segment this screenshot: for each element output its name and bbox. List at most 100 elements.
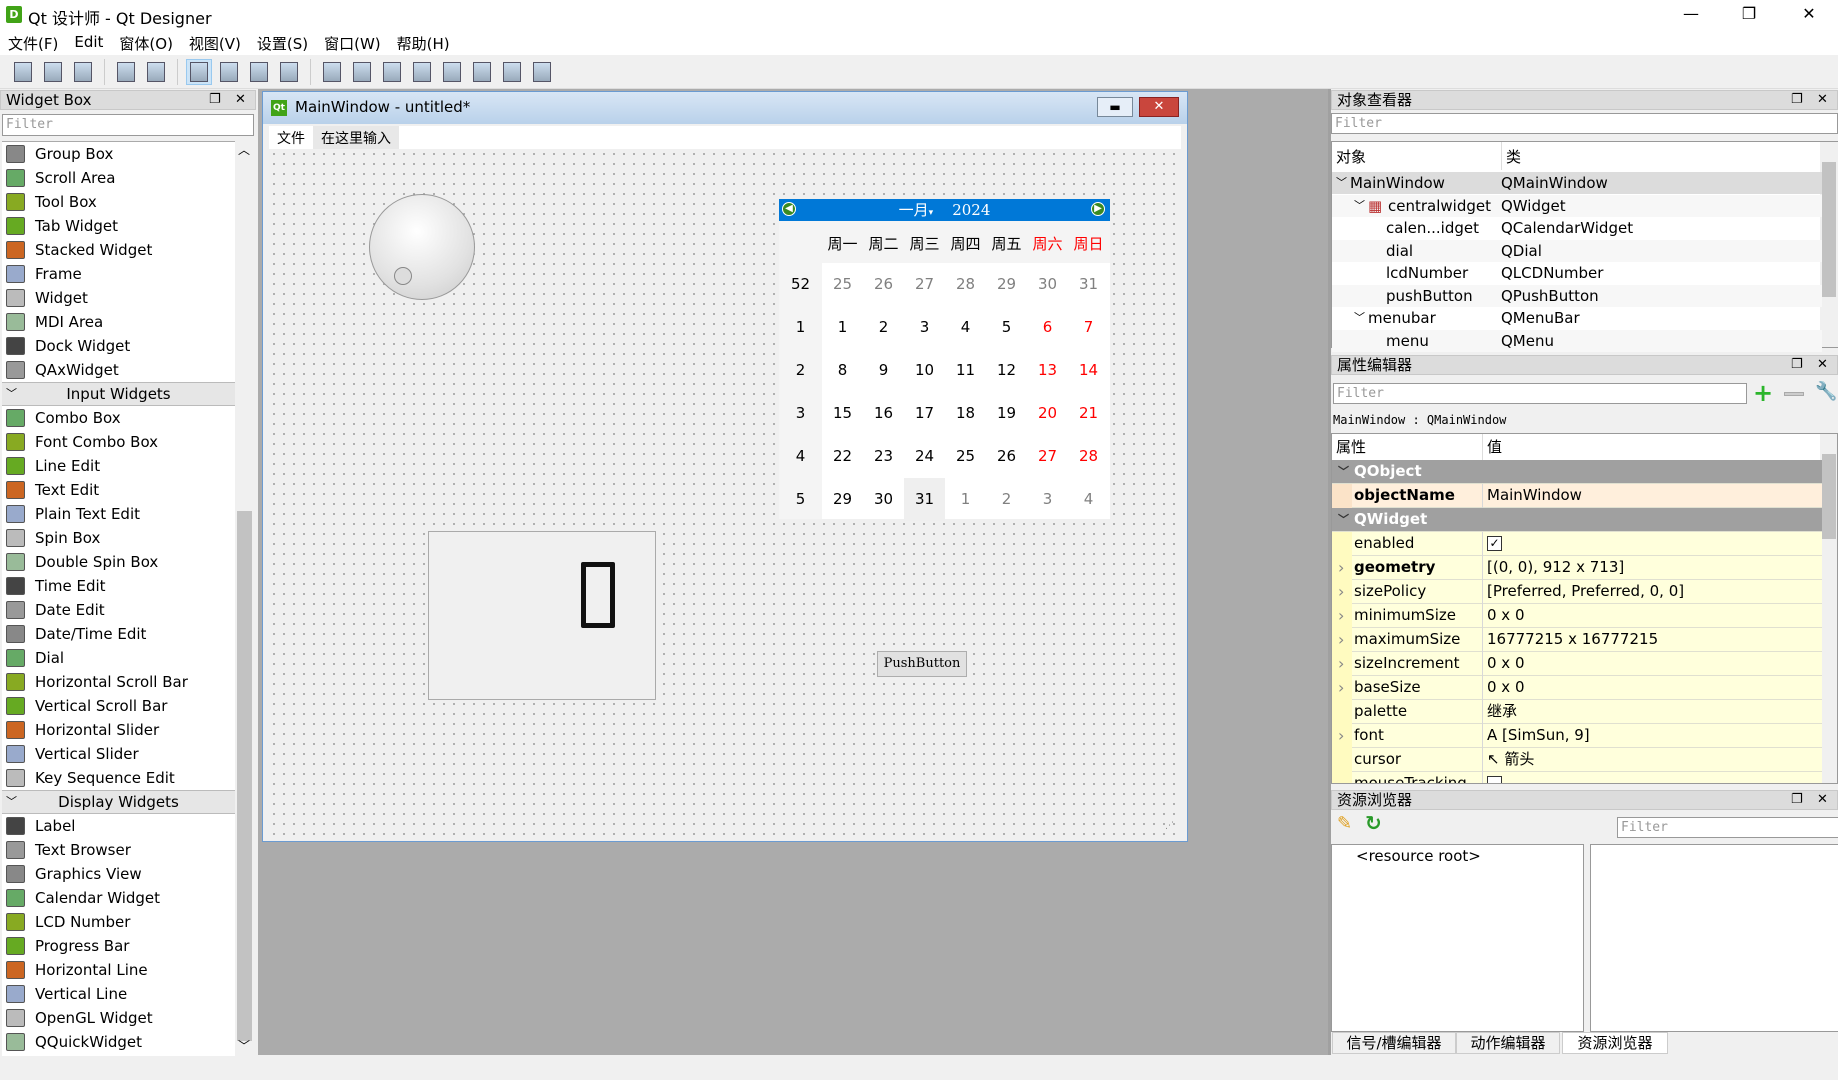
widget-item-lcd-number[interactable]: LCD Number [2, 910, 235, 934]
calendar-day[interactable]: 24 [904, 435, 945, 478]
chevron-right-icon[interactable]: › [1338, 676, 1344, 699]
widget-box-filter-input[interactable]: Filter [2, 114, 254, 136]
calendar-day[interactable]: 31 [1068, 263, 1109, 306]
property-group[interactable]: ﹀ QWidget [1332, 508, 1822, 532]
object-tree-row[interactable]: ﹀ MainWindow QMainWindow [1332, 172, 1822, 194]
calendar-day[interactable]: 28 [1068, 435, 1109, 478]
menu-item[interactable]: 窗口(W) [316, 30, 389, 55]
menu-item[interactable]: 文件(F) [0, 30, 66, 55]
float-icon[interactable]: ❐ [1791, 91, 1803, 109]
calendar-day[interactable]: 15 [822, 392, 863, 435]
calendar-day[interactable]: 16 [863, 392, 904, 435]
push-button[interactable]: PushButton [877, 651, 967, 677]
float-icon[interactable]: ❐ [1791, 791, 1803, 809]
property-value[interactable]: A [SimSun, 9] [1487, 724, 1590, 747]
checkbox[interactable]: ✓ [1487, 536, 1502, 551]
configure-wrench-icon[interactable]: 🔧 [1815, 381, 1837, 402]
widget-item-qquickwidget[interactable]: QQuickWidget [2, 1030, 235, 1054]
category-header[interactable]: ﹀ Display Widgets [2, 790, 235, 814]
property-value[interactable]: 0 x 0 [1487, 652, 1525, 675]
resize-grip-icon[interactable]: ⋰ [1165, 821, 1174, 831]
calendar-widget[interactable]: ◀ 一月▾ 2024 ▶ 周一 周二 周三 周四 周五 周六 周日 52 25 26 27 28 29 3… [779, 199, 1110, 521]
scrollbar-thumb[interactable] [1822, 162, 1836, 297]
form-canvas[interactable]: ◀ 一月▾ 2024 ▶ 周一 周二 周三 周四 周五 周六 周日 52 25 26 27 28 29 3… [269, 149, 1181, 837]
close-icon[interactable]: ✕ [1817, 91, 1828, 109]
chevron-right-icon[interactable]: › [1338, 556, 1344, 579]
property-row[interactable]: › minimumSize 0 x 0 [1332, 604, 1822, 628]
bottom-tab[interactable]: 信号/槽编辑器 [1332, 1032, 1456, 1054]
widget-item-opengl-widget[interactable]: OpenGL Widget [2, 1006, 235, 1030]
calendar-day[interactable]: 5 [986, 306, 1027, 349]
widget-item-date-edit[interactable]: Date Edit [2, 598, 235, 622]
scroll-down-icon[interactable]: ﹀ [238, 1037, 250, 1054]
property-row[interactable]: › font A [SimSun, 9] [1332, 724, 1822, 748]
form-minimize-button[interactable]: ▬ [1097, 97, 1133, 117]
form-menu-type-here[interactable]: 在这里输入 [313, 126, 399, 149]
object-tree-row[interactable]: pushButton QPushButton [1332, 284, 1822, 307]
calendar-day[interactable]: 25 [945, 435, 986, 478]
layout-horizontal-button[interactable] [319, 59, 345, 85]
menu-item[interactable]: 设置(S) [249, 30, 316, 55]
object-tree-row[interactable]: ﹀ ▦ centralwidget QWidget [1332, 194, 1822, 217]
chevron-right-icon[interactable]: › [1338, 628, 1344, 651]
widget-item-vertical-line[interactable]: Vertical Line [2, 982, 235, 1006]
calendar-day[interactable]: 7 [1068, 306, 1109, 349]
close-icon[interactable]: ✕ [235, 91, 246, 109]
float-icon[interactable]: ❐ [1791, 356, 1803, 374]
property-value[interactable]: ↖ 箭头 [1487, 748, 1534, 771]
calendar-day[interactable]: 13 [1027, 349, 1068, 392]
bring-to-front-button[interactable] [143, 59, 169, 85]
object-tree-scrollbar[interactable] [1820, 142, 1838, 347]
category-header[interactable]: ﹀ Input Widgets [2, 382, 235, 406]
widget-item-widget[interactable]: Widget [2, 286, 235, 310]
property-row[interactable]: › baseSize 0 x 0 [1332, 676, 1822, 700]
widget-item-label[interactable]: Label [2, 814, 235, 838]
calendar-day[interactable]: 29 [822, 478, 863, 521]
property-value[interactable]: [Preferred, Preferred, 0, 0] [1487, 580, 1684, 603]
calendar-day[interactable]: 6 [1027, 306, 1068, 349]
calendar-day[interactable]: 17 [904, 392, 945, 435]
calendar-day[interactable]: 29 [986, 263, 1027, 306]
scrollbar-thumb[interactable] [237, 511, 252, 1041]
widget-item-scroll-area[interactable]: Scroll Area [2, 166, 235, 190]
calendar-day[interactable]: 4 [1068, 478, 1109, 521]
widget-item-dock-widget[interactable]: Dock Widget [2, 334, 235, 358]
widget-item-spin-box[interactable]: Spin Box [2, 526, 235, 550]
layout-grid-button[interactable] [439, 59, 465, 85]
calendar-day[interactable]: 23 [863, 435, 904, 478]
send-to-back-button[interactable] [113, 59, 139, 85]
form-close-button[interactable]: ✕ [1139, 97, 1179, 117]
widget-list-scrollbar[interactable]: ︿ ﹀ [235, 141, 254, 1056]
chevron-down-icon[interactable]: ﹀ [1338, 508, 1349, 531]
object-tree-row[interactable]: calen...idget QCalendarWidget [1332, 217, 1822, 239]
widget-item-text-edit[interactable]: Text Edit [2, 478, 235, 502]
calendar-day[interactable]: 18 [945, 392, 986, 435]
widget-item-font-combo-box[interactable]: Font Combo Box [2, 430, 235, 454]
scrollbar-thumb[interactable] [1822, 454, 1836, 539]
object-filter-input[interactable]: Filter [1331, 113, 1838, 134]
object-tree-row[interactable]: lcdNumber QLCDNumber [1332, 262, 1822, 284]
calendar-day[interactable]: 28 [945, 263, 986, 306]
calendar-day[interactable]: 3 [904, 306, 945, 349]
property-row[interactable]: objectName MainWindow [1332, 484, 1822, 508]
dial-widget[interactable] [369, 194, 475, 300]
calendar-day[interactable]: 27 [904, 263, 945, 306]
menu-item[interactable]: 视图(V) [181, 30, 249, 55]
widget-item-frame[interactable]: Frame [2, 262, 235, 286]
property-value[interactable]: 继承 [1487, 700, 1517, 723]
calendar-day[interactable]: 14 [1068, 349, 1109, 392]
calendar-day[interactable]: 21 [1068, 392, 1109, 435]
widget-item-dial[interactable]: Dial [2, 646, 235, 670]
property-row[interactable]: mouseTracking [1332, 772, 1822, 783]
chevron-down-icon[interactable]: ﹀ [1354, 195, 1365, 217]
close-icon[interactable]: ✕ [1817, 356, 1828, 374]
edit-buddies-button[interactable] [246, 59, 272, 85]
open-file-button[interactable] [40, 59, 66, 85]
lcd-number[interactable]: 0 [428, 531, 656, 700]
calendar-day[interactable]: 22 [822, 435, 863, 478]
bottom-tab[interactable]: 资源浏览器 [1562, 1032, 1668, 1054]
widget-item-text-browser[interactable]: Text Browser [2, 838, 235, 862]
calendar-day[interactable]: 20 [1027, 392, 1068, 435]
widget-item-graphics-view[interactable]: Graphics View [2, 862, 235, 886]
widget-item-stacked-widget[interactable]: Stacked Widget [2, 238, 235, 262]
